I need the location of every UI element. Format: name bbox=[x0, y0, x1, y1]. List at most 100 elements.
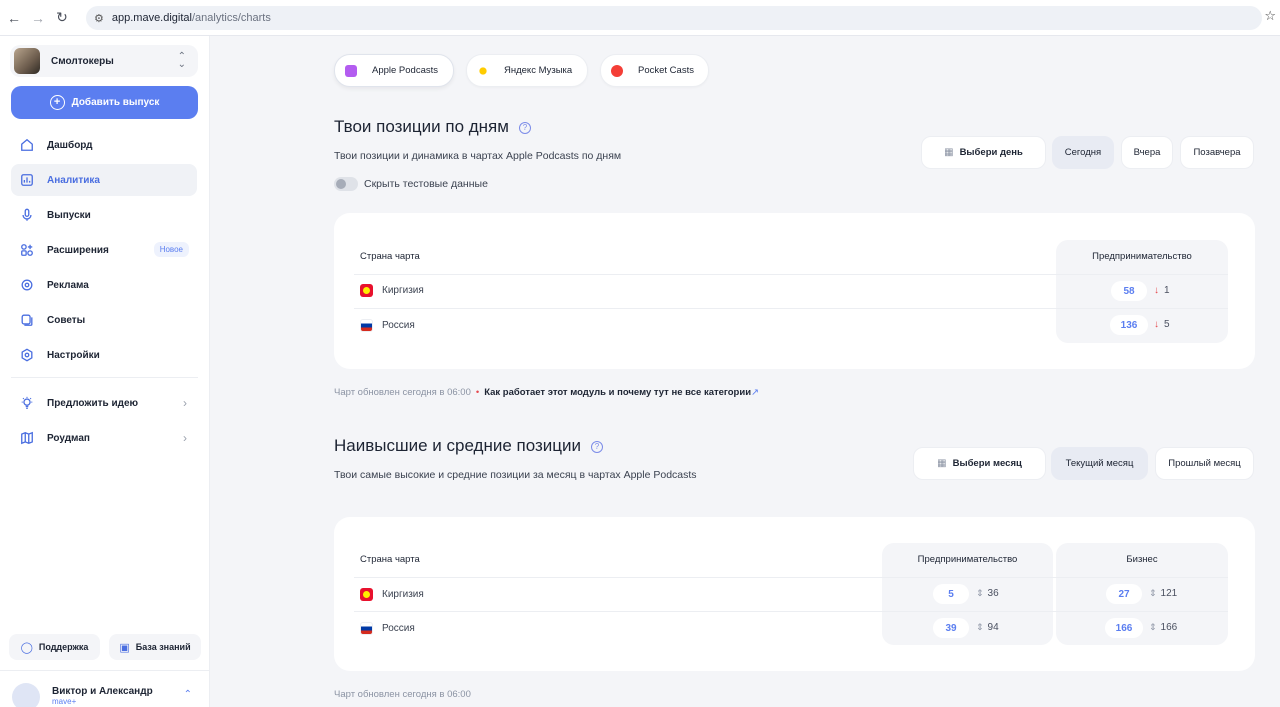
average-value: 36 bbox=[987, 588, 999, 599]
monthly-positions-card: Страна чарта Предпринимательство Бизнес … bbox=[334, 517, 1255, 671]
sidebar-item-suggest-idea[interactable]: Предложить идею › bbox=[11, 387, 197, 419]
pick-day-button[interactable]: ▦ Выбери день bbox=[921, 136, 1046, 169]
sidebar-divider bbox=[0, 670, 210, 671]
forward-arrow-icon[interactable]: → bbox=[28, 8, 48, 28]
help-icon[interactable]: ? bbox=[591, 440, 604, 453]
day-before-yesterday-button[interactable]: Позавчера bbox=[1180, 136, 1254, 169]
tab-apple-podcasts[interactable]: Apple Podcasts bbox=[334, 54, 454, 87]
yesterday-label: Вчера bbox=[1133, 147, 1161, 158]
sidebar-item-label: Советы bbox=[47, 314, 86, 326]
toggle-knob bbox=[336, 179, 346, 189]
platform-label: Яндекс Музыка bbox=[504, 65, 573, 76]
updown-icon: ⇕ bbox=[976, 622, 984, 632]
knowledge-base-label: База знаний bbox=[135, 642, 191, 652]
chevron-right-icon: › bbox=[183, 396, 187, 410]
pocket-casts-icon bbox=[611, 64, 623, 77]
delta-value: 5 bbox=[1164, 319, 1170, 330]
row-divider bbox=[354, 577, 1228, 578]
tab-yandex-music[interactable]: Яндекс Музыка bbox=[466, 54, 588, 87]
yesterday-button[interactable]: Вчера bbox=[1121, 136, 1173, 169]
add-episode-button[interactable]: + Добавить выпуск bbox=[11, 86, 198, 119]
today-button[interactable]: Сегодня bbox=[1052, 136, 1114, 169]
average-position: ⇕ 121 bbox=[1149, 588, 1177, 599]
table-row: Россия bbox=[360, 319, 415, 332]
sidebar-item-dashboard[interactable]: Дашборд bbox=[11, 129, 197, 161]
hide-test-data-toggle[interactable] bbox=[334, 177, 358, 191]
best-position-value: 39 bbox=[933, 618, 969, 638]
help-icon[interactable]: ? bbox=[518, 121, 531, 134]
bookmark-star-icon[interactable]: ☆ bbox=[1264, 8, 1276, 24]
sidebar: Смолтокеры ⌃ ⌄ + Добавить выпуск Дашборд … bbox=[0, 36, 210, 707]
platform-label: Apple Podcasts bbox=[372, 65, 439, 76]
back-arrow-icon[interactable]: ← bbox=[4, 8, 24, 28]
best-position-value: 166 bbox=[1105, 618, 1143, 638]
calendar-icon: ▦ bbox=[944, 147, 954, 158]
sidebar-item-label: Предложить идею bbox=[47, 397, 139, 409]
position-delta: ↓ 5 bbox=[1154, 319, 1170, 330]
updown-icon: ⇕ bbox=[976, 588, 984, 598]
how-it-works-link[interactable]: Как работает этот модуль и почему тут не… bbox=[484, 387, 751, 398]
sidebar-item-label: Роудмап bbox=[47, 432, 90, 444]
table-row: Россия bbox=[360, 622, 415, 635]
sidebar-item-label: Дашборд bbox=[47, 139, 93, 151]
daily-section-title: Твои позиции по дням? bbox=[334, 117, 531, 137]
support-button[interactable]: ◯ Поддержка bbox=[9, 634, 100, 660]
podcast-selector[interactable]: Смолтокеры ⌃ ⌄ bbox=[10, 45, 198, 77]
previous-month-button[interactable]: Прошлый месяц bbox=[1155, 447, 1254, 480]
gear-icon bbox=[19, 347, 35, 363]
best-position-value: 27 bbox=[1106, 584, 1142, 604]
hide-test-data-label: Скрыть тестовые данные bbox=[364, 178, 488, 190]
pick-month-button[interactable]: ▦ Выбери месяц bbox=[913, 447, 1046, 480]
chevron-right-icon: › bbox=[183, 431, 187, 445]
current-month-label: Текущий месяц bbox=[1065, 458, 1134, 469]
monthly-title-text: Наивысшие и средние позиции bbox=[334, 436, 582, 455]
monthly-section-subtitle: Твои самые высокие и средние позиции за … bbox=[334, 469, 697, 481]
today-label: Сегодня bbox=[1064, 147, 1102, 158]
sidebar-item-episodes[interactable]: Выпуски bbox=[11, 199, 197, 231]
chevron-up-icon: ⌃ bbox=[183, 689, 192, 700]
sidebar-item-ads[interactable]: Реклама bbox=[11, 269, 197, 301]
book-icon: ▣ bbox=[119, 641, 130, 654]
entrepreneurship-column-header: Предпринимательство bbox=[917, 554, 1018, 565]
plus-icon: + bbox=[49, 95, 65, 110]
knowledge-base-button[interactable]: ▣ База знаний bbox=[109, 634, 201, 660]
country-name: Киргизия bbox=[382, 589, 424, 600]
sidebar-item-roadmap[interactable]: Роудмап › bbox=[11, 422, 197, 454]
business-column-header: Бизнес bbox=[1126, 554, 1158, 565]
average-position: ⇕ 166 bbox=[1149, 622, 1177, 633]
delta-value: 1 bbox=[1164, 285, 1170, 296]
separator-dot: • bbox=[475, 387, 480, 398]
avatar bbox=[12, 683, 40, 707]
row-divider bbox=[354, 308, 1228, 309]
tab-pocket-casts[interactable]: Pocket Casts bbox=[600, 54, 709, 87]
sidebar-item-extensions[interactable]: Расширения Новое bbox=[11, 234, 197, 266]
daily-positions-card: Страна чарта Предпринимательство Киргизи… bbox=[334, 213, 1255, 369]
sidebar-item-settings[interactable]: Настройки bbox=[11, 339, 197, 371]
day-before-label: Позавчера bbox=[1193, 147, 1241, 158]
table-row: Киргизия bbox=[360, 588, 424, 601]
country-name: Россия bbox=[382, 623, 415, 634]
podcast-cover bbox=[14, 48, 40, 74]
arrow-down-icon: ↓ bbox=[1154, 285, 1159, 296]
user-plan: mave+ bbox=[52, 697, 77, 706]
support-label: Поддержка bbox=[38, 642, 89, 652]
russia-flag-icon bbox=[360, 622, 373, 635]
average-position: ⇕ 94 bbox=[976, 622, 999, 633]
sidebar-item-tips[interactable]: Советы bbox=[11, 304, 197, 336]
add-episode-label: Добавить выпуск bbox=[71, 97, 160, 108]
sidebar-item-analytics[interactable]: Аналитика bbox=[11, 164, 197, 196]
new-badge: Новое bbox=[153, 242, 189, 257]
daily-title-text: Твои позиции по дням bbox=[334, 117, 509, 136]
address-bar[interactable]: ⚙ app.mave.digital/analytics/charts bbox=[86, 6, 1262, 30]
average-value: 94 bbox=[987, 622, 999, 633]
yandex-music-icon bbox=[477, 64, 489, 77]
map-icon bbox=[19, 430, 35, 446]
url-domain: app.mave.digital bbox=[111, 12, 192, 24]
site-settings-icon[interactable]: ⚙ bbox=[94, 12, 104, 25]
position-value: 136 bbox=[1110, 315, 1148, 335]
reload-icon[interactable]: ↻ bbox=[52, 8, 72, 28]
current-month-button[interactable]: Текущий месяц bbox=[1051, 447, 1148, 480]
pick-month-label: Выбери месяц bbox=[952, 458, 1022, 469]
user-profile[interactable]: Виктор и Александр mave+ ⌃ bbox=[12, 683, 198, 707]
row-divider bbox=[354, 274, 1228, 275]
